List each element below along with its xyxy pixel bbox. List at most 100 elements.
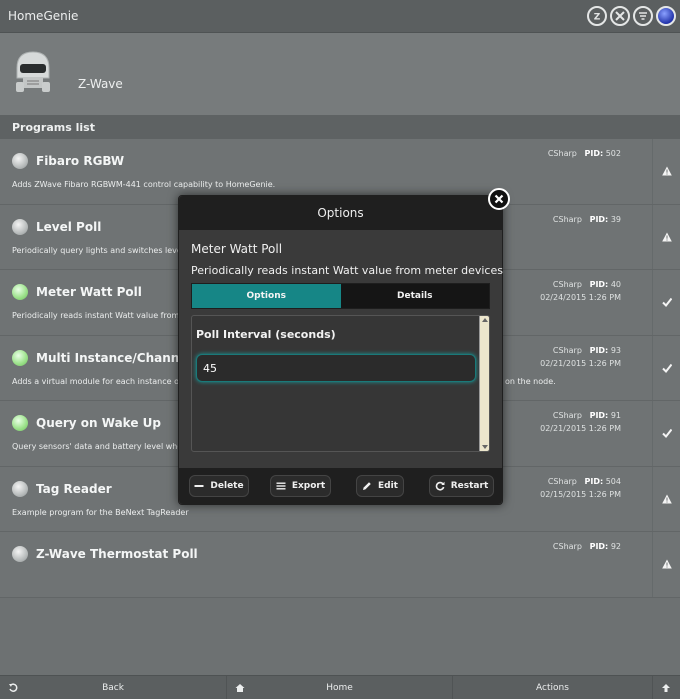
program-name[interactable]: Query on Wake Up	[36, 416, 161, 430]
close-icon	[494, 194, 504, 204]
program-desc: Example program for the BeNext TagReader	[12, 507, 189, 517]
pid-label: PID:	[589, 542, 609, 551]
dialog-program-desc: Periodically reads instant Watt value fr…	[191, 264, 503, 277]
module-name: Z-Wave	[78, 77, 123, 91]
delete-button[interactable]: Delete	[189, 475, 249, 497]
back-label: Back	[102, 683, 124, 693]
module-header: Z-Wave	[0, 33, 680, 115]
restart-label: Restart	[450, 481, 489, 491]
program-date: 02/21/2015 1:26 PM	[540, 424, 621, 433]
home-label: Home	[326, 683, 353, 693]
program-meta: CSharp PID: 93	[553, 346, 621, 355]
status-led	[12, 480, 28, 497]
top-bar: HomeGenie Z	[0, 0, 680, 33]
pid-label: PID:	[589, 280, 609, 289]
tab-options[interactable]: Options	[192, 284, 341, 308]
home-icon	[235, 684, 245, 692]
status-led	[12, 546, 28, 562]
app-title: HomeGenie	[8, 9, 79, 23]
tab-details[interactable]: Details	[340, 284, 489, 308]
scroll-up-arrow[interactable]	[482, 318, 488, 322]
export-button[interactable]: Export	[270, 475, 331, 497]
program-lang: CSharp	[552, 345, 582, 355]
scroll-top-button[interactable]	[653, 676, 680, 699]
filter-icon[interactable]	[633, 6, 653, 26]
arrow-up-icon	[662, 684, 670, 692]
program-desc: Periodically query lights and switches l…	[12, 245, 182, 255]
program-lang: CSharp	[552, 280, 582, 289]
program-meta: CSharp PID: 502	[548, 149, 621, 158]
top-icons: Z	[587, 6, 676, 26]
pid-label: PID:	[589, 214, 609, 224]
row-status[interactable]	[652, 139, 680, 204]
x10-icon[interactable]	[610, 6, 630, 26]
actions-button[interactable]: Actions	[453, 676, 653, 699]
program-pid: 92	[610, 542, 621, 551]
status-led	[12, 415, 28, 431]
list-icon	[276, 482, 286, 490]
warning-icon	[661, 559, 672, 569]
refresh-icon	[435, 481, 445, 491]
scroll-down-arrow[interactable]	[482, 445, 488, 449]
row-status[interactable]	[652, 204, 680, 269]
program-name[interactable]: Z-Wave Thermostat Poll	[36, 547, 198, 561]
row-status[interactable]	[652, 335, 680, 400]
program-date: 02/15/2015 1:26 PM	[540, 489, 621, 499]
zwave-icon[interactable]: Z	[587, 6, 607, 26]
program-meta: CSharp PID: 504	[548, 477, 621, 486]
home-button[interactable]: Home	[227, 676, 453, 699]
section-title: Programs list	[0, 115, 680, 139]
program-lang: CSharp	[547, 149, 577, 158]
program-pid: 40	[610, 280, 621, 289]
check-icon	[661, 429, 672, 439]
program-name[interactable]: Fibaro RGBW	[36, 154, 124, 168]
pid-label: PID:	[584, 149, 604, 158]
program-desc: Adds ZWave Fibaro RGBWM-441 control capa…	[12, 180, 276, 189]
row-status[interactable]	[652, 532, 680, 597]
poll-interval-input[interactable]	[196, 354, 476, 382]
edit-button[interactable]: Edit	[356, 475, 404, 497]
program-desc: Periodically reads instant Watt value fr…	[12, 311, 186, 320]
edit-label: Edit	[378, 481, 398, 491]
pid-label: PID:	[589, 411, 609, 420]
status-led	[12, 218, 28, 235]
program-meta: CSharp PID: 40	[553, 280, 621, 289]
zwave-module-icon	[16, 51, 50, 92]
program-name[interactable]: Tag Reader	[36, 482, 112, 496]
panel-scrollbar[interactable]	[479, 316, 489, 451]
back-button[interactable]: Back	[0, 676, 227, 699]
program-lang: CSharp	[552, 411, 582, 420]
options-panel: Poll Interval (seconds)	[191, 315, 490, 452]
export-label: Export	[291, 481, 326, 491]
close-button[interactable]	[488, 188, 510, 210]
blue-orb-icon[interactable]	[656, 6, 676, 26]
program-name[interactable]: Meter Watt Poll	[36, 285, 142, 299]
warning-icon	[661, 232, 672, 242]
row-status[interactable]	[652, 466, 680, 531]
program-pid: 91	[610, 411, 621, 420]
back-icon	[9, 683, 18, 692]
row-status[interactable]	[652, 401, 680, 466]
program-meta: CSharp PID: 91	[553, 411, 621, 420]
program-name[interactable]: Level Poll	[36, 220, 101, 234]
program-date: 02/21/2015 1:26 PM	[540, 358, 621, 368]
check-icon	[661, 298, 672, 308]
warning-icon	[661, 166, 672, 176]
status-led	[12, 349, 28, 366]
minus-icon	[194, 485, 204, 487]
program-desc: Query sensors' data and battery level wh…	[12, 442, 183, 451]
row-status[interactable]	[652, 270, 680, 335]
svg-text:Z: Z	[594, 13, 601, 23]
program-pid: 504	[605, 476, 621, 486]
program-row[interactable]: Z-Wave Thermostat Poll CSharp PID: 92	[0, 532, 680, 598]
actions-label: Actions	[536, 683, 569, 693]
status-led	[12, 284, 28, 300]
program-desc-tail: on the node.	[505, 376, 556, 386]
pencil-icon	[363, 482, 371, 490]
poll-interval-label: Poll Interval (seconds)	[196, 328, 336, 341]
options-dialog: Options Meter Watt Poll Periodically rea…	[178, 188, 510, 505]
program-pid: 39	[610, 214, 621, 224]
restart-button[interactable]: Restart	[429, 475, 494, 497]
program-lang: CSharp	[552, 542, 582, 551]
pid-label: PID:	[584, 476, 604, 486]
